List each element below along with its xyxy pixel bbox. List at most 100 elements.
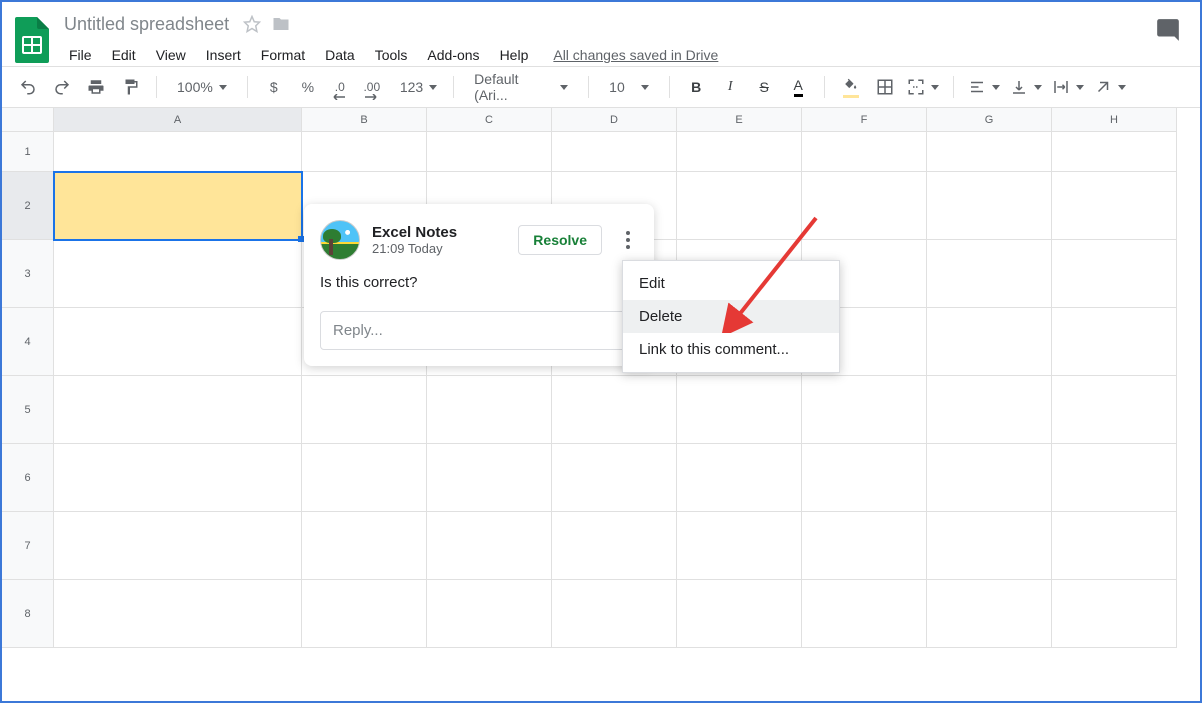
- decrease-decimal-button[interactable]: .0: [328, 73, 352, 101]
- cell[interactable]: [302, 512, 427, 580]
- ctx-link[interactable]: Link to this comment...: [623, 333, 839, 366]
- cell[interactable]: [677, 512, 802, 580]
- redo-button[interactable]: [48, 73, 76, 101]
- cell[interactable]: [802, 172, 927, 240]
- sheets-app-icon[interactable]: [12, 14, 52, 66]
- cell[interactable]: [677, 132, 802, 172]
- cell[interactable]: [552, 512, 677, 580]
- text-color-button[interactable]: A: [784, 73, 812, 101]
- borders-button[interactable]: [871, 73, 899, 101]
- cell[interactable]: [1052, 308, 1177, 376]
- zoom-select[interactable]: 100%: [169, 73, 235, 101]
- fill-color-button[interactable]: [837, 73, 865, 101]
- cell[interactable]: [54, 444, 302, 512]
- move-folder-icon[interactable]: [271, 15, 291, 33]
- vertical-align-button[interactable]: [1008, 73, 1044, 101]
- cell-selected[interactable]: [54, 172, 302, 240]
- cell[interactable]: [302, 376, 427, 444]
- cell[interactable]: [802, 512, 927, 580]
- menu-help[interactable]: Help: [491, 43, 538, 67]
- col-header[interactable]: H: [1052, 108, 1177, 132]
- menu-insert[interactable]: Insert: [197, 43, 250, 67]
- merge-cells-button[interactable]: [905, 73, 941, 101]
- row-header[interactable]: 5: [2, 376, 54, 444]
- cell[interactable]: [54, 580, 302, 648]
- star-icon[interactable]: [243, 15, 261, 33]
- cell[interactable]: [1052, 512, 1177, 580]
- spreadsheet-grid[interactable]: A B C D E F G H 1 2 3 4 5 6 7: [2, 108, 1200, 701]
- col-header[interactable]: G: [927, 108, 1052, 132]
- row-header[interactable]: 8: [2, 580, 54, 648]
- bold-button[interactable]: B: [682, 73, 710, 101]
- cell[interactable]: [927, 308, 1052, 376]
- cell[interactable]: [677, 172, 802, 240]
- cell[interactable]: [54, 308, 302, 376]
- cell[interactable]: [927, 376, 1052, 444]
- increase-decimal-button[interactable]: .00: [358, 73, 386, 101]
- cell[interactable]: [927, 512, 1052, 580]
- resolve-button[interactable]: Resolve: [518, 225, 602, 255]
- row-header[interactable]: 2: [2, 172, 54, 240]
- cell[interactable]: [427, 512, 552, 580]
- ctx-edit[interactable]: Edit: [623, 267, 839, 300]
- row-header[interactable]: 6: [2, 444, 54, 512]
- print-button[interactable]: [82, 73, 110, 101]
- strikethrough-button[interactable]: S: [750, 73, 778, 101]
- cell[interactable]: [1052, 580, 1177, 648]
- cell[interactable]: [427, 580, 552, 648]
- menu-file[interactable]: File: [60, 43, 101, 67]
- text-wrap-button[interactable]: [1050, 73, 1086, 101]
- row-header[interactable]: 3: [2, 240, 54, 308]
- cell[interactable]: [54, 376, 302, 444]
- cell[interactable]: [427, 132, 552, 172]
- cell[interactable]: [1052, 172, 1177, 240]
- cell[interactable]: [927, 580, 1052, 648]
- cell[interactable]: [552, 376, 677, 444]
- col-header[interactable]: C: [427, 108, 552, 132]
- paint-format-button[interactable]: [116, 73, 144, 101]
- cell[interactable]: [927, 132, 1052, 172]
- menu-view[interactable]: View: [147, 43, 195, 67]
- cell[interactable]: [54, 240, 302, 308]
- row-header[interactable]: 4: [2, 308, 54, 376]
- cell[interactable]: [302, 132, 427, 172]
- cell[interactable]: [802, 580, 927, 648]
- row-header[interactable]: 1: [2, 132, 54, 172]
- menu-addons[interactable]: Add-ons: [418, 43, 488, 67]
- cell[interactable]: [802, 376, 927, 444]
- cell[interactable]: [552, 132, 677, 172]
- cell[interactable]: [427, 376, 552, 444]
- italic-button[interactable]: I: [716, 73, 744, 101]
- cell[interactable]: [54, 512, 302, 580]
- cell[interactable]: [927, 172, 1052, 240]
- undo-button[interactable]: [14, 73, 42, 101]
- font-family-select[interactable]: Default (Ari...: [466, 73, 576, 101]
- cell[interactable]: [427, 444, 552, 512]
- cell[interactable]: [927, 444, 1052, 512]
- cell[interactable]: [1052, 376, 1177, 444]
- menu-data[interactable]: Data: [316, 43, 364, 67]
- menu-edit[interactable]: Edit: [103, 43, 145, 67]
- cell[interactable]: [1052, 240, 1177, 308]
- comment-more-button[interactable]: [618, 231, 638, 249]
- menu-format[interactable]: Format: [252, 43, 314, 67]
- col-header[interactable]: A: [54, 108, 302, 132]
- col-header[interactable]: F: [802, 108, 927, 132]
- document-title[interactable]: Untitled spreadsheet: [60, 12, 233, 37]
- cell[interactable]: [1052, 444, 1177, 512]
- text-rotation-button[interactable]: [1092, 73, 1128, 101]
- menu-tools[interactable]: Tools: [366, 43, 417, 67]
- open-comments-button[interactable]: [1154, 16, 1182, 44]
- cell[interactable]: [677, 580, 802, 648]
- cell[interactable]: [677, 376, 802, 444]
- cell[interactable]: [302, 444, 427, 512]
- font-size-select[interactable]: 10: [601, 73, 657, 101]
- cell[interactable]: [802, 132, 927, 172]
- col-header[interactable]: E: [677, 108, 802, 132]
- cell[interactable]: [302, 580, 427, 648]
- cell[interactable]: [677, 444, 802, 512]
- horizontal-align-button[interactable]: [966, 73, 1002, 101]
- col-header[interactable]: D: [552, 108, 677, 132]
- cell[interactable]: [1052, 132, 1177, 172]
- percent-button[interactable]: %: [294, 73, 322, 101]
